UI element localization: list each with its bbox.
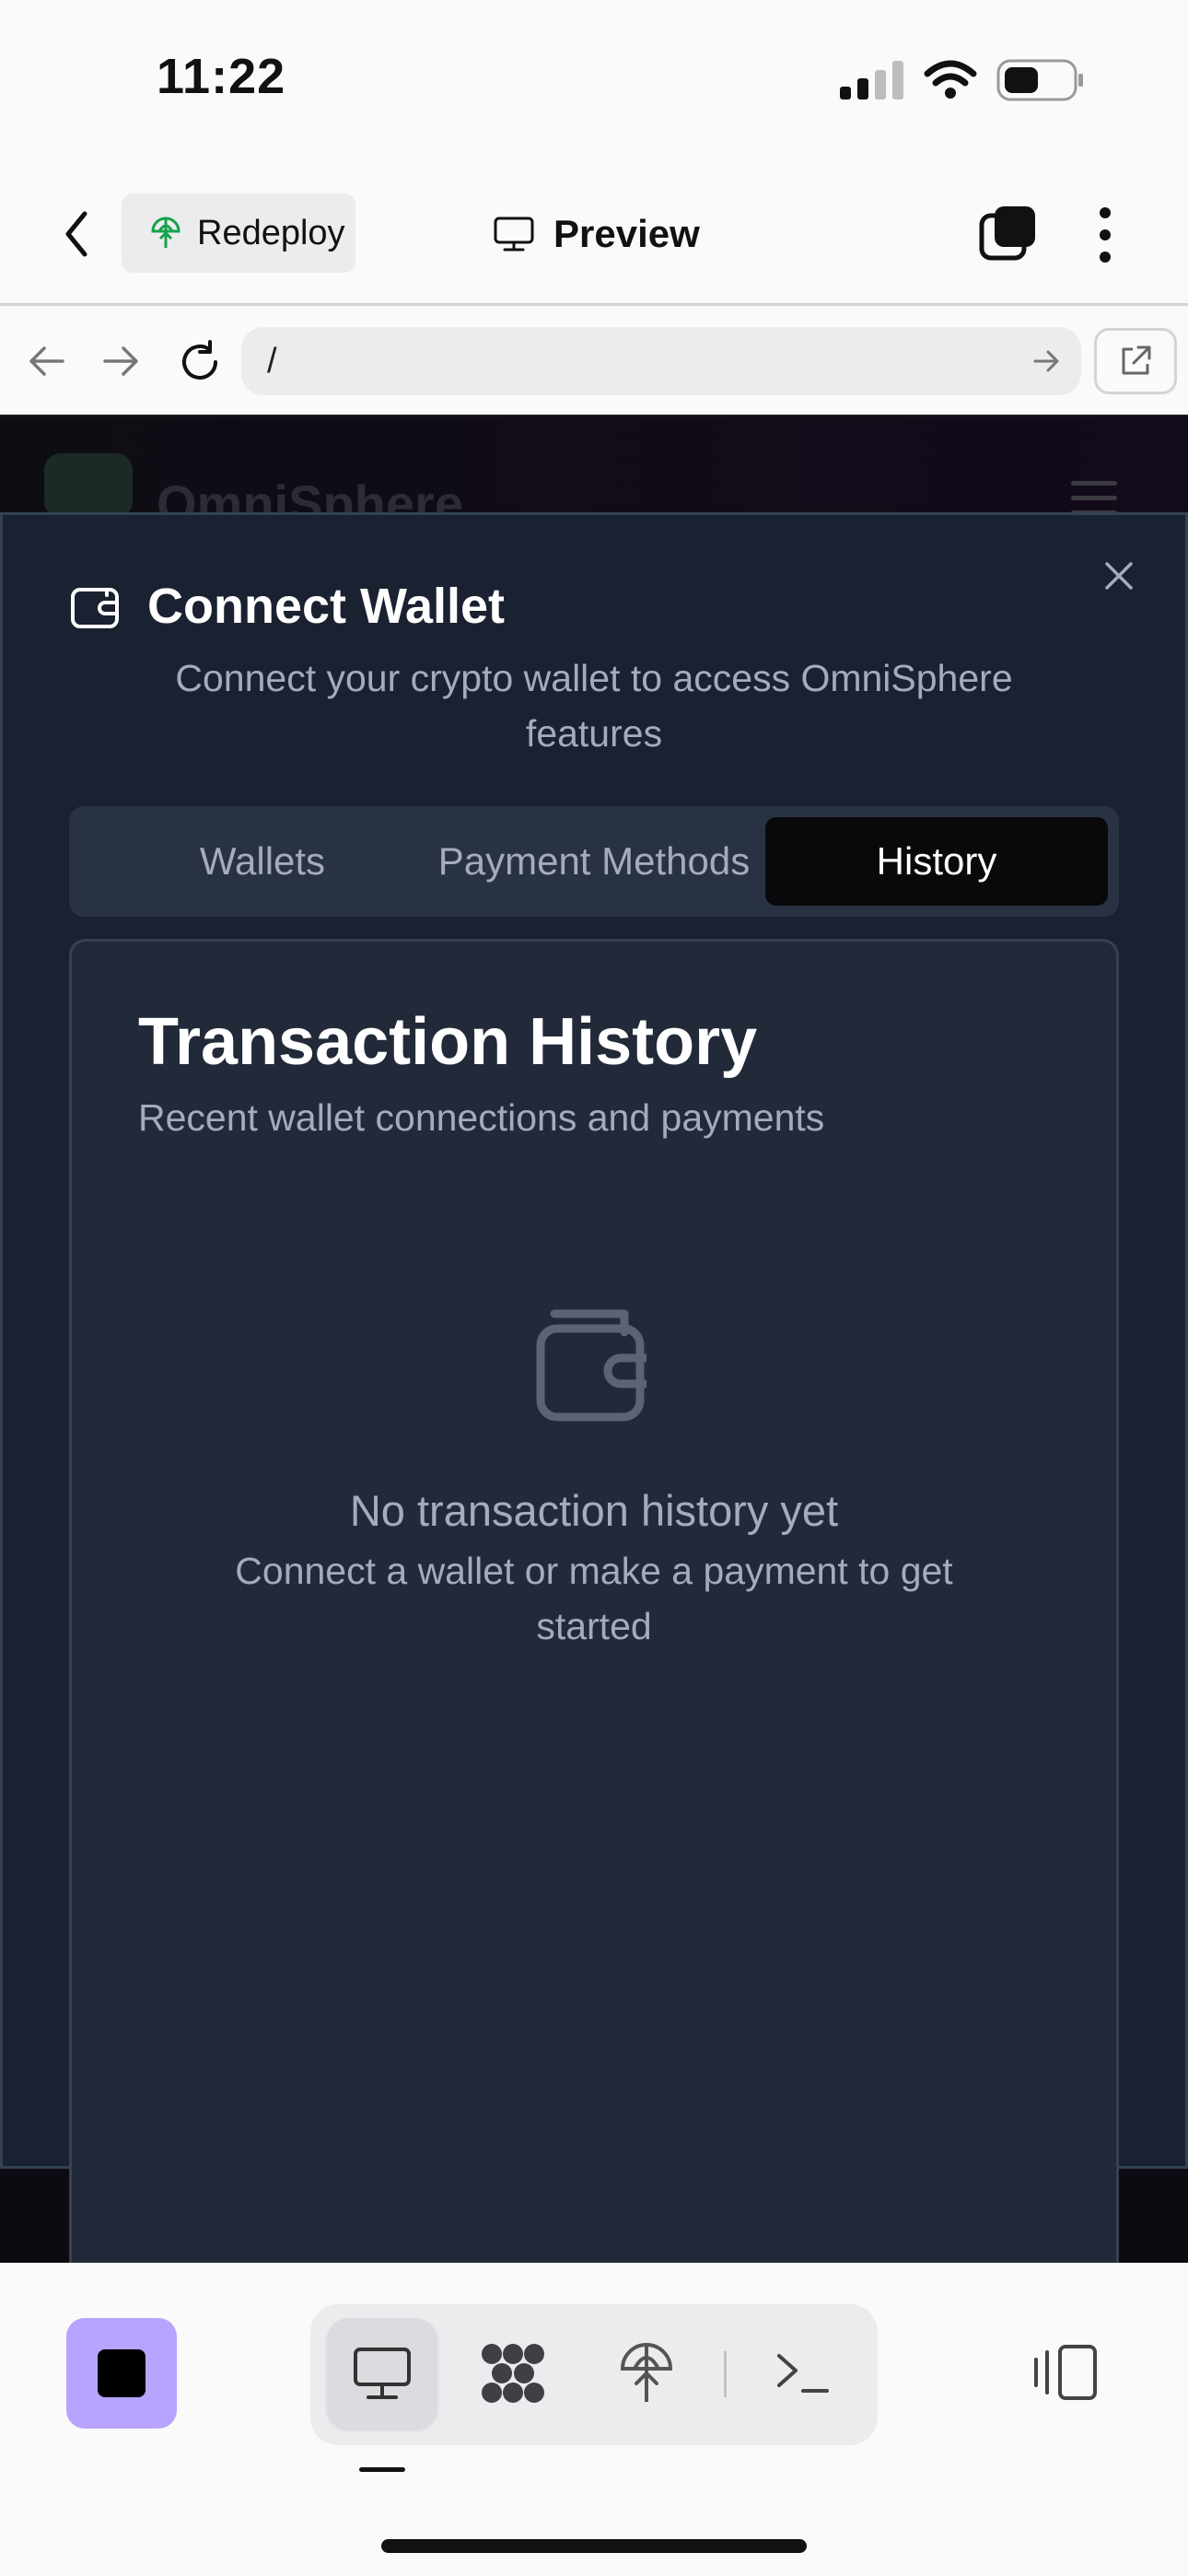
site-logo [44,453,133,518]
card-subtitle: Recent wallet connections and payments [138,1096,825,1139]
cellular-signal-icon [840,61,903,100]
close-button[interactable] [1096,553,1142,599]
wallet-icon [71,588,119,628]
empty-state-title: No transaction history yet [349,1486,839,1535]
device-toggle-icon [1034,2345,1097,2400]
redeploy-button[interactable]: Redeploy [122,193,355,273]
empty-wallet-icon [536,1309,646,1422]
battery-icon [996,59,1083,101]
url-text: / [267,341,277,381]
tab-list: Wallets Payment Methods History [69,806,1119,917]
deploy-globe-icon [151,217,181,248]
deploy-tool-button[interactable] [591,2318,702,2429]
back-chevron-icon[interactable] [59,208,96,260]
stop-square-icon [98,2349,146,2397]
browser-forward-icon[interactable] [101,343,142,380]
monitor-icon [494,217,534,252]
modules-tool-button[interactable] [458,2318,568,2429]
stop-button[interactable] [66,2318,177,2429]
modules-icon [482,2344,544,2403]
go-arrow-icon[interactable] [1033,348,1061,374]
tab-history[interactable]: History [765,817,1108,906]
terminal-tool-button[interactable] [748,2318,858,2429]
url-input[interactable]: / [241,327,1081,395]
desktop-tool-button[interactable] [327,2318,437,2429]
device-toggle-button[interactable] [1022,2340,1105,2405]
active-tool-indicator [359,2467,405,2472]
empty-state-description: Connect a wallet or make a payment to ge… [235,1550,953,1647]
tab-wallets[interactable]: Wallets [97,817,428,906]
card-title: Transaction History [138,1005,758,1079]
tabs-switcher-icon[interactable] [976,205,1037,265]
wifi-icon [924,60,977,99]
external-link-icon [1122,345,1151,375]
browser-back-icon[interactable] [26,343,66,380]
home-indicator [381,2539,807,2553]
deploy-icon [620,2343,673,2402]
preview-label: Preview [553,212,700,255]
modal-title: Connect Wallet [147,579,506,634]
redeploy-label: Redeploy [197,213,345,252]
close-icon [1105,562,1133,590]
toolbar-divider [724,2351,727,2397]
tab-payment-methods[interactable]: Payment Methods [428,817,760,906]
status-time: 11:22 [157,49,286,104]
open-external-button[interactable] [1094,328,1177,394]
terminal-icon [777,2354,829,2393]
reload-icon[interactable] [177,339,223,385]
modal-description: Connect your crypto wallet to access Omn… [175,657,1013,755]
more-vertical-icon[interactable] [1094,205,1116,265]
desktop-icon [354,2348,411,2399]
preview-title: Preview [493,205,700,263]
modal-header: Connect Wallet [70,576,505,637]
